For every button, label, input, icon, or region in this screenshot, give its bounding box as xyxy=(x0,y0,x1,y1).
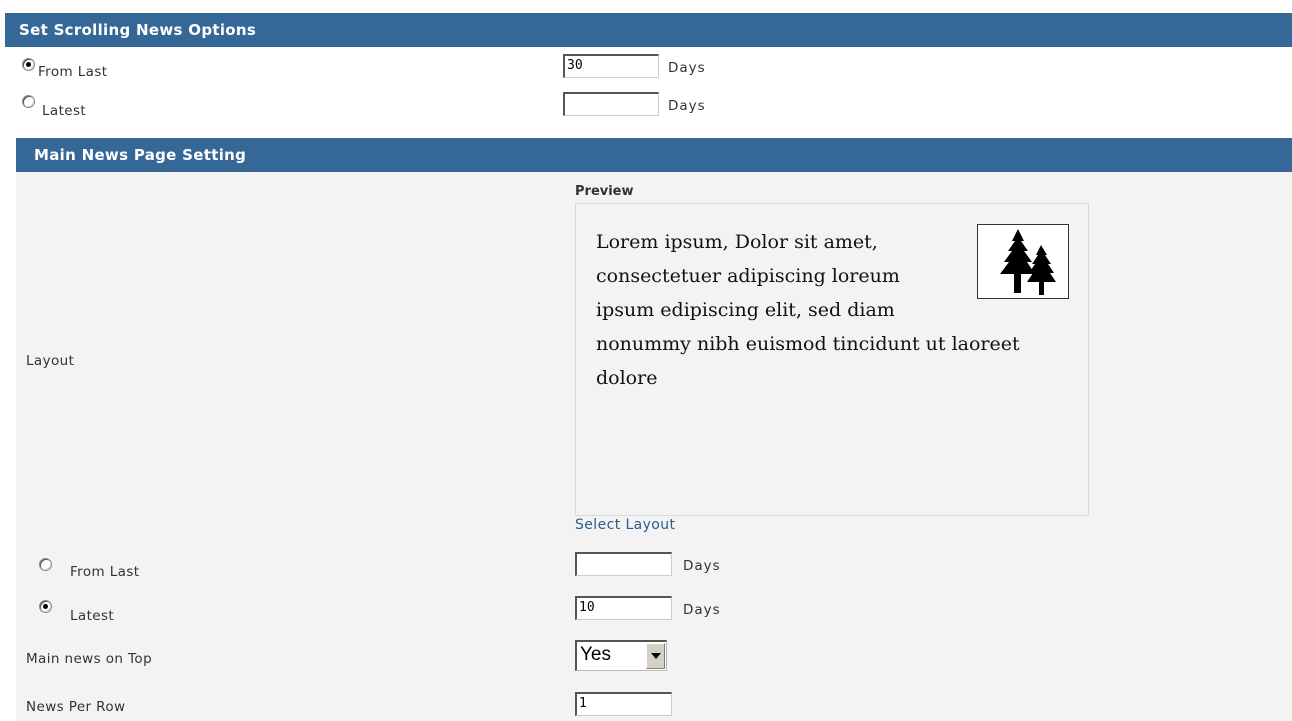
scrolling-from-last-radio[interactable] xyxy=(22,58,35,71)
scrolling-latest-radio[interactable] xyxy=(22,95,35,108)
news-per-row-label: News Per Row xyxy=(26,699,126,715)
main-from-last-label: From Last xyxy=(70,564,140,580)
scrolling-from-last-days-input[interactable]: 30 xyxy=(563,54,659,78)
main-news-on-top-value: Yes xyxy=(580,644,611,665)
main-latest-days-input[interactable]: 10 xyxy=(575,596,672,620)
main-latest-label: Latest xyxy=(70,608,115,624)
scrolling-news-header: Set Scrolling News Options xyxy=(5,13,1292,47)
scrolling-latest-label: Latest xyxy=(42,103,87,119)
main-latest-radio[interactable] xyxy=(39,600,52,613)
scrolling-from-last-unit: Days xyxy=(668,60,706,76)
main-from-last-days-input[interactable] xyxy=(575,552,672,576)
layout-label: Layout xyxy=(26,353,75,369)
main-news-header: Main News Page Setting xyxy=(16,138,1292,172)
main-news-on-top-label: Main news on Top xyxy=(26,651,153,667)
layout-preview-box: Lorem ipsum, Dolor sit amet, consectetue… xyxy=(575,203,1089,516)
main-news-on-top-select[interactable]: Yes xyxy=(575,640,667,671)
main-from-last-unit: Days xyxy=(683,558,721,574)
news-per-row-input[interactable]: 1 xyxy=(575,692,672,716)
main-from-last-radio[interactable] xyxy=(39,558,52,571)
scrolling-from-last-label: From Last xyxy=(38,64,108,80)
preview-title: Preview xyxy=(575,184,634,199)
trees-icon xyxy=(1000,229,1056,295)
preview-thumbnail xyxy=(977,224,1069,299)
select-layout-link[interactable]: Select Layout xyxy=(575,517,675,533)
main-latest-unit: Days xyxy=(683,602,721,618)
chevron-down-icon[interactable] xyxy=(646,643,665,669)
scrolling-latest-days-input[interactable] xyxy=(563,92,659,116)
preview-line: dolore xyxy=(596,367,658,389)
preview-line: nonummy nibh euismod tincidunt ut laoree… xyxy=(596,333,1020,355)
scrolling-latest-unit: Days xyxy=(668,98,706,114)
